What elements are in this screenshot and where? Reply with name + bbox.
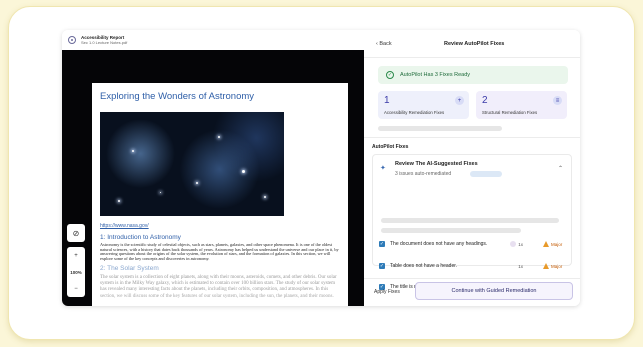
star: [218, 136, 220, 138]
loading-placeholder: [381, 218, 559, 223]
severity-badge: Major: [543, 241, 567, 248]
warning-icon: [543, 241, 549, 247]
panel-title: Review AutoPilot Fixes: [444, 41, 505, 47]
apply-fixes-button[interactable]: Apply Fixes: [374, 289, 400, 295]
continue-guided-remediation-button[interactable]: Continue with Guided Remediation: [415, 282, 573, 300]
check-circle-icon: ✓: [386, 71, 394, 79]
issue-count-value: 1x: [518, 263, 523, 269]
fixes-ready-banner: ✓ AutoPilot Has 3 Fixes Ready: [378, 66, 568, 84]
nasa-link[interactable]: https://www.nasa.gov/: [100, 223, 149, 229]
zoom-in-button[interactable]: +: [74, 253, 78, 259]
issue-count: 1x: [510, 241, 523, 247]
star: [242, 170, 245, 173]
issue-count: 1x: [518, 264, 523, 269]
warning-icon: [543, 263, 549, 269]
viewer-canvas[interactable]: Exploring the Wonders of Astronomy https…: [62, 50, 364, 306]
zoom-level: 100%: [70, 269, 82, 275]
star: [196, 182, 198, 184]
issue-checkbox[interactable]: ✓: [379, 241, 385, 247]
section1-heading: 1: Introduction to Astronomy: [100, 234, 181, 241]
issue-row: ✓ The document does not have any heading…: [379, 239, 567, 249]
back-button[interactable]: ‹ Back: [376, 41, 392, 47]
zoom-out-button[interactable]: −: [74, 286, 78, 292]
severity-label: Major: [551, 241, 563, 247]
footer-divider: [364, 278, 580, 279]
page-fade: [92, 286, 348, 306]
chevron-up-icon[interactable]: ⌃: [558, 165, 563, 172]
fix-label: Structural Remediation Fixes: [482, 110, 538, 115]
zoom-stack: + 100% −: [67, 247, 85, 297]
issue-checkbox[interactable]: ✓: [379, 263, 385, 269]
star: [264, 196, 266, 198]
review-subtitle: 3 issues auto-remediated: [395, 171, 452, 177]
star: [160, 192, 161, 193]
accessibility-toggle-button[interactable]: ⊘: [67, 224, 85, 242]
issue-type-icon: [510, 241, 517, 247]
accessibility-fixes-card[interactable]: 1 Accessibility Remediation Fixes +: [378, 91, 469, 119]
document-viewer: Accessibility Report Sec 1.0 Lecture Not…: [62, 30, 364, 306]
report-icon: [68, 36, 76, 44]
fix-count: 1: [384, 95, 390, 106]
fix-label: Accessibility Remediation Fixes: [384, 110, 445, 115]
severity-badge: Major: [543, 263, 567, 270]
zoom-controls: ⊘ + 100% −: [67, 224, 85, 298]
status-pill: [470, 171, 502, 177]
page-title: Exploring the Wonders of Astronomy: [100, 91, 255, 102]
header-divider: [364, 57, 580, 58]
section1-body: Astronomy is the scientific study of cel…: [100, 242, 339, 262]
star: [132, 150, 134, 152]
pdf-page: Exploring the Wonders of Astronomy https…: [92, 83, 348, 306]
space-image: [100, 112, 284, 216]
document-header: Accessibility Report Sec 1.0 Lecture Not…: [62, 30, 364, 50]
severity-label: Major: [551, 263, 563, 269]
accessibility-icon: ⊘: [72, 228, 80, 238]
issue-text: The document does not have any headings.: [390, 241, 488, 247]
loading-placeholder: [378, 126, 502, 131]
section2-heading: 2: The Solar System: [100, 265, 159, 272]
file-name: Sec 1.0 Lecture Notes.pdf: [81, 40, 128, 45]
issue-text: Table does not have a header.: [390, 263, 457, 269]
issue-row: ✓ Table does not have a header. 1x Major: [379, 261, 567, 271]
star: [118, 200, 120, 202]
structure-icon: ≡: [553, 96, 562, 105]
section-label: AutoPilot Fixes: [372, 144, 409, 150]
sparkle-icon: ✦: [380, 165, 386, 172]
review-panel: ‹ Back Review AutoPilot Fixes ✓ AutoPilo…: [364, 30, 580, 306]
ready-text: AutoPilot Has 3 Fixes Ready: [400, 72, 471, 78]
section-divider: [364, 137, 580, 138]
loading-placeholder: [381, 228, 521, 233]
structural-fixes-card[interactable]: 2 Structural Remediation Fixes ≡: [476, 91, 567, 119]
back-label: Back: [379, 41, 392, 47]
plus-icon: +: [455, 96, 464, 105]
review-title: Review The AI-Suggested Fixes: [395, 161, 478, 167]
review-fixes-box: ✦ Review The AI-Suggested Fixes 3 issues…: [372, 154, 572, 290]
issue-count-value: 1x: [518, 241, 523, 247]
app-window: Accessibility Report Sec 1.0 Lecture Not…: [62, 30, 580, 306]
fix-count: 2: [482, 95, 488, 106]
chevron-left-icon: ‹: [376, 41, 378, 47]
